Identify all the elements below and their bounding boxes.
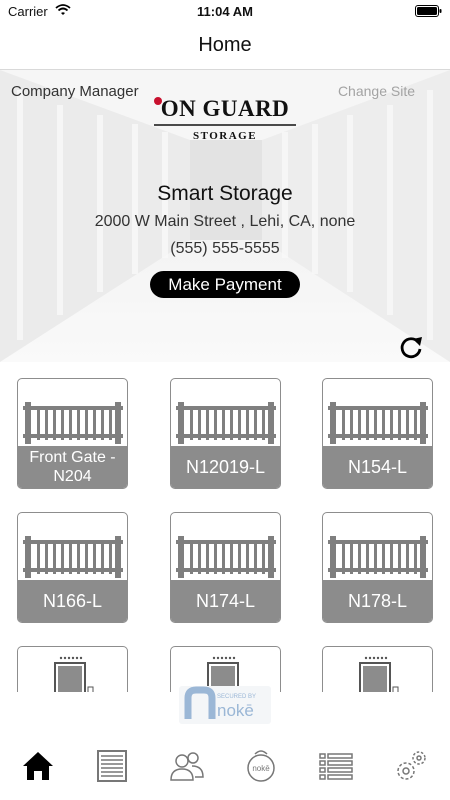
settings-icon <box>397 751 426 780</box>
unit-tile[interactable]: N154-L <box>322 378 433 489</box>
list-icon <box>319 753 353 780</box>
gate-icon <box>176 402 276 444</box>
unit-tile[interactable] <box>17 646 128 692</box>
home-icon <box>23 752 53 780</box>
gate-icon <box>23 402 123 444</box>
unit-label: N166-L <box>18 580 127 622</box>
svg-text:STORAGE: STORAGE <box>193 130 257 142</box>
tab-noke[interactable]: nokē <box>241 746 281 786</box>
svg-text:nokē: nokē <box>252 764 270 773</box>
make-payment-button[interactable]: Make Payment <box>150 271 300 298</box>
on-guard-storage-logo: ON GUARD STORAGE <box>154 96 296 142</box>
gate-icon <box>23 536 123 578</box>
tab-units[interactable] <box>92 746 132 786</box>
unit-grid: Front Gate - N204 N12019-L N154-L N166-L… <box>0 362 450 692</box>
unit-label: N178-L <box>323 580 432 622</box>
navigation-bar: Home <box>0 24 450 70</box>
unit-tile[interactable]: N174-L <box>170 512 281 623</box>
users-icon <box>170 752 204 781</box>
site-name: Smart Storage <box>157 182 293 205</box>
door-icon <box>359 656 399 692</box>
gate-icon <box>176 536 276 578</box>
noke-brand-label: nokē <box>217 701 254 720</box>
change-site-link[interactable]: Change Site <box>338 83 415 99</box>
site-address: 2000 W Main Street , Lehi, CA, none <box>94 213 356 230</box>
tab-users[interactable] <box>167 746 207 786</box>
company-manager-label: Company Manager <box>11 83 139 100</box>
unit-tile[interactable] <box>322 646 433 692</box>
unit-tile[interactable]: N178-L <box>322 512 433 623</box>
unit-tile[interactable]: Front Gate - N204 <box>17 378 128 489</box>
tab-settings[interactable] <box>391 746 431 786</box>
tab-bar: nokē <box>0 738 450 800</box>
secured-by-noke-badge: SECURED BY nokē <box>179 686 271 724</box>
status-bar: Carrier 11:04 AM <box>0 0 450 24</box>
gate-icon <box>328 536 428 578</box>
unit-tile[interactable]: N12019-L <box>170 378 281 489</box>
unit-label: N174-L <box>171 580 280 622</box>
svg-text:ON GUARD: ON GUARD <box>161 96 290 121</box>
site-phone[interactable]: (555) 555-5555 <box>0 240 450 258</box>
site-header: Company Manager Change Site ON GUARD STO… <box>0 70 450 362</box>
secured-by-label: SECURED BY <box>217 694 256 700</box>
battery-icon <box>415 5 442 20</box>
status-time: 11:04 AM <box>197 4 253 19</box>
gate-icon <box>328 402 428 444</box>
unit-label: N12019-L <box>171 446 280 488</box>
unit-tile[interactable]: N166-L <box>17 512 128 623</box>
unit-label: N154-L <box>323 446 432 488</box>
door-icon <box>54 656 94 692</box>
noke-lock-icon: nokē <box>247 750 275 782</box>
tab-list[interactable] <box>316 746 356 786</box>
units-icon <box>97 750 127 782</box>
unit-label: Front Gate - N204 <box>18 446 127 488</box>
page-title: Home <box>198 34 252 56</box>
tab-home[interactable] <box>18 746 58 786</box>
refresh-icon[interactable] <box>398 334 424 362</box>
